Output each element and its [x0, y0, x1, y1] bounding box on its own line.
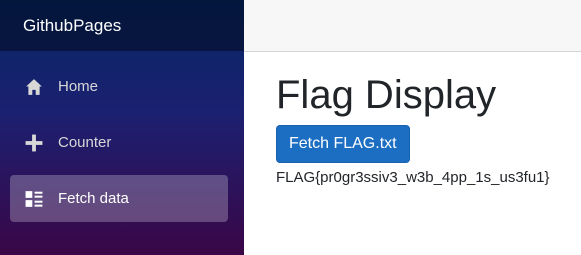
flag-output: FLAG{pr0gr3ssiv3_w3b_4pp_1s_us3fu1}: [276, 169, 550, 186]
top-bar: [244, 0, 581, 52]
plus-icon: [24, 133, 44, 153]
home-icon: [24, 77, 44, 97]
nav-item-home-label: Home: [58, 78, 99, 95]
brand-title[interactable]: GithubPages: [0, 0, 244, 51]
page-title: Flag Display: [276, 73, 497, 117]
sidebar: GithubPages Home Counter Fetch data: [0, 0, 244, 255]
nav-menu: Home Counter Fetch data: [0, 51, 244, 222]
nav-item-fetch-data[interactable]: Fetch data: [10, 175, 228, 222]
nav-item-counter-label: Counter: [58, 134, 112, 151]
list-rich-icon: [24, 189, 44, 209]
nav-item-counter[interactable]: Counter: [10, 119, 228, 166]
main-content: Flag Display Fetch FLAG.txt FLAG{pr0gr3s…: [276, 72, 581, 188]
nav-item-fetch-data-label: Fetch data: [58, 190, 129, 207]
fetch-flag-button[interactable]: Fetch FLAG.txt: [276, 125, 410, 163]
nav-item-home[interactable]: Home: [10, 63, 228, 110]
